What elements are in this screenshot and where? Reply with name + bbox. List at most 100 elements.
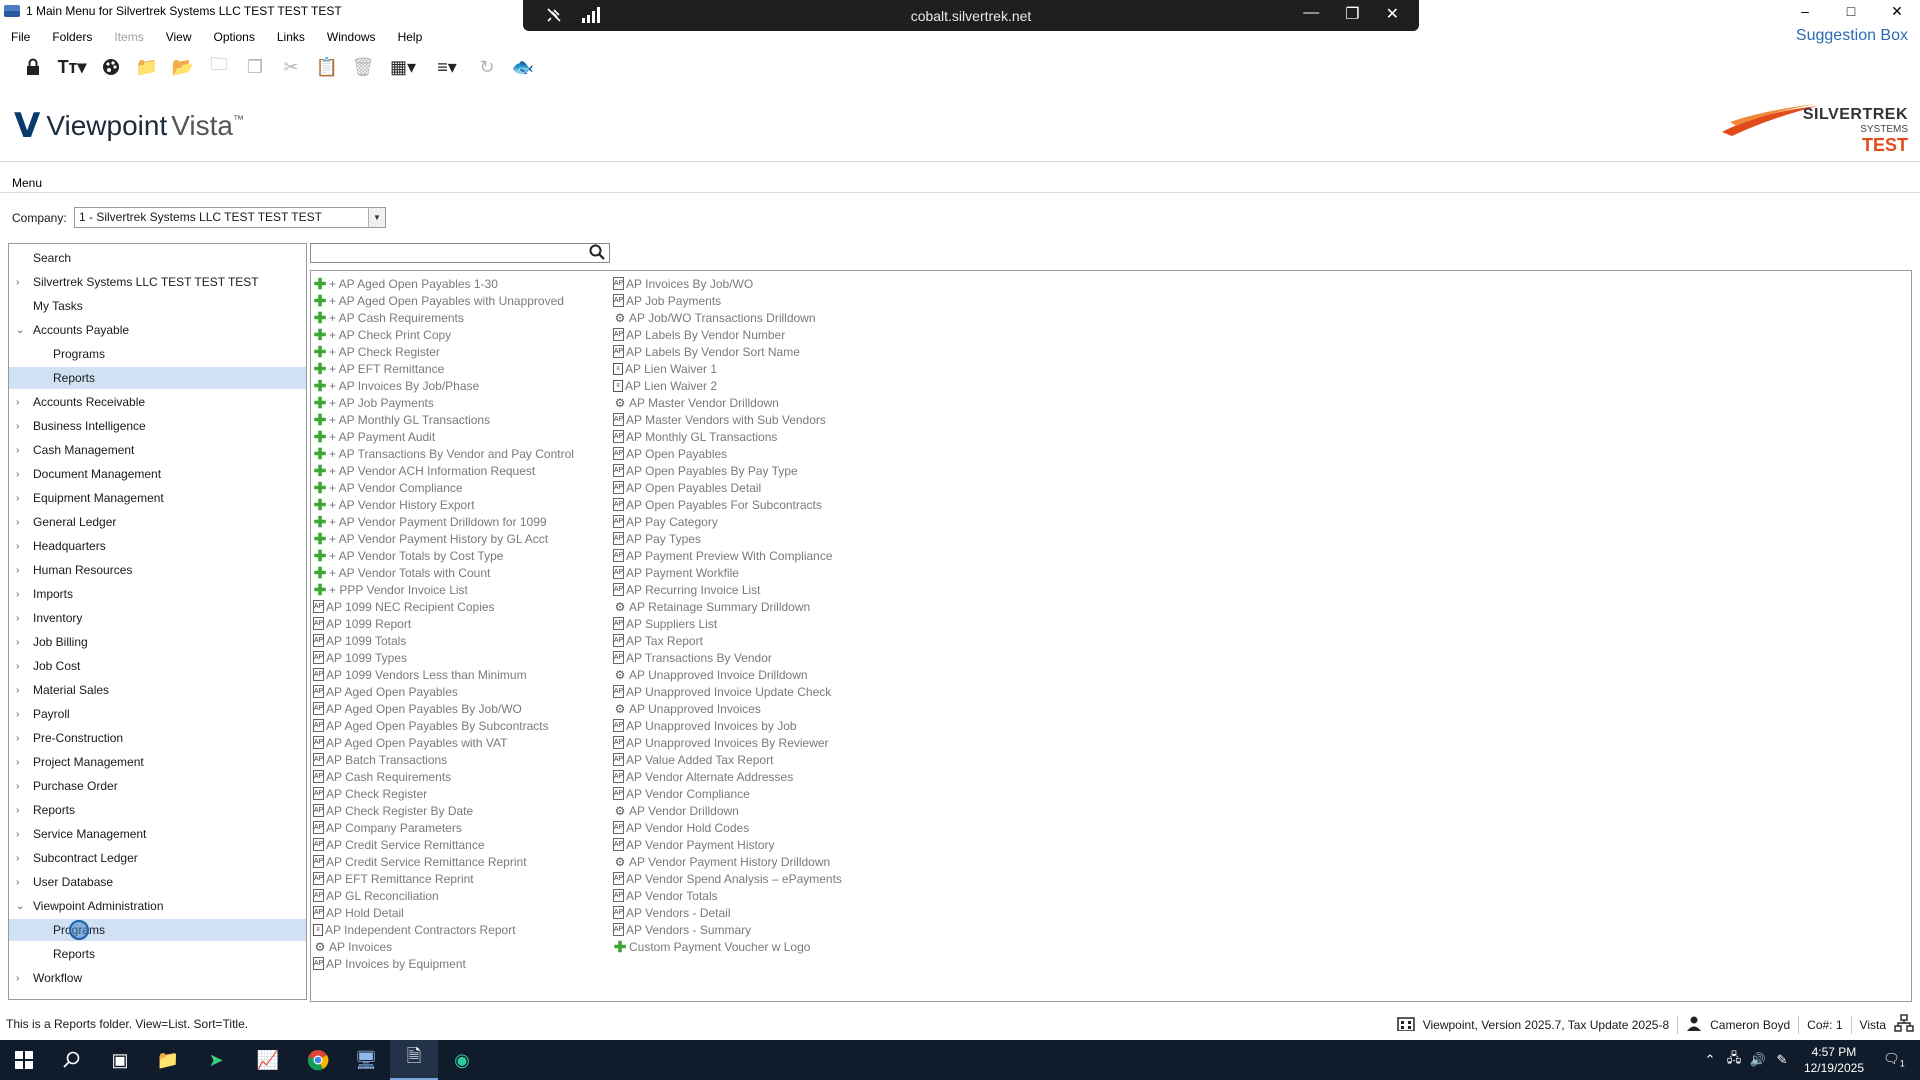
report-item[interactable]: AP AP Labels By Vendor Number <box>613 326 842 343</box>
report-item[interactable]: AP AP Pay Category <box>613 513 842 530</box>
new-folder-icon[interactable]: 📁 <box>132 54 162 80</box>
report-item[interactable]: ≡ AP Lien Waiver 2 <box>613 377 842 394</box>
report-item[interactable]: AP AP Aged Open Payables <box>313 683 574 700</box>
fish-icon[interactable]: 🐟 <box>508 54 538 80</box>
chevron-right-icon[interactable]: › <box>16 709 26 720</box>
chevron-right-icon[interactable]: › <box>16 445 26 456</box>
report-item[interactable]: AP AP Vendor Hold Codes <box>613 819 842 836</box>
menu-options[interactable]: Options <box>203 30 266 44</box>
nav-item-job-cost[interactable]: › Job Cost <box>9 655 306 677</box>
chevron-right-icon[interactable]: › <box>16 877 26 888</box>
report-item[interactable]: AP AP EFT Remittance Reprint <box>313 870 574 887</box>
report-item[interactable]: ✚ + AP Vendor Totals with Count <box>313 564 574 582</box>
report-item[interactable]: ✚ + AP Invoices By Job/Phase <box>313 377 574 395</box>
nav-item-subcontract-ledger[interactable]: › Subcontract Ledger <box>9 847 306 869</box>
report-item[interactable]: AP AP Labels By Vendor Sort Name <box>613 343 842 360</box>
report-item[interactable]: ✚ + AP Aged Open Payables with Unapproved <box>313 292 574 310</box>
tab-menu[interactable]: Menu <box>12 176 42 190</box>
remote-close-button[interactable]: ✕ <box>1386 4 1399 24</box>
nav-item-programs[interactable]: Programs <box>9 343 306 365</box>
report-item[interactable]: AP AP Unapproved Invoices by Job <box>613 717 842 734</box>
report-item[interactable]: AP AP Vendors - Detail <box>613 904 842 921</box>
nav-item-user-database[interactable]: › User Database <box>9 871 306 893</box>
delete-icon[interactable]: 🗑 <box>348 54 378 80</box>
report-item[interactable]: ⚙ AP Retainage Summary Drilldown <box>613 598 842 615</box>
search-input[interactable] <box>311 244 581 262</box>
report-item[interactable]: ⚙ AP Job/WO Transactions Drilldown <box>613 309 842 326</box>
chevron-right-icon[interactable]: › <box>16 805 26 816</box>
report-item[interactable]: ✚ + AP Vendor History Export <box>313 496 574 514</box>
report-item[interactable]: AP AP Invoices By Job/WO <box>613 275 842 292</box>
report-item[interactable]: AP AP Vendor Payment History <box>613 836 842 853</box>
report-item[interactable]: ⚙ AP Vendor Payment History Drilldown <box>613 853 842 870</box>
nav-item-project-management[interactable]: › Project Management <box>9 751 306 773</box>
report-item[interactable]: AP AP Check Register By Date <box>313 802 574 819</box>
chevron-down-icon[interactable]: ▼ <box>368 208 385 227</box>
nav-item-accounts-receivable[interactable]: › Accounts Receivable <box>9 391 306 413</box>
palette-icon[interactable] <box>96 54 126 80</box>
nav-item-headquarters[interactable]: › Headquarters <box>9 535 306 557</box>
report-item[interactable]: AP AP Aged Open Payables with VAT <box>313 734 574 751</box>
chevron-right-icon[interactable]: › <box>16 277 26 288</box>
tray-pen-icon[interactable]: ✎ <box>1770 1052 1794 1068</box>
report-item[interactable]: AP AP Credit Service Remittance Reprint <box>313 853 574 870</box>
nav-item-programs[interactable]: Programs <box>9 919 306 941</box>
chevron-right-icon[interactable]: › <box>16 757 26 768</box>
chevron-right-icon[interactable]: › <box>16 685 26 696</box>
report-item[interactable]: ✚ Custom Payment Voucher w Logo <box>613 938 842 956</box>
report-item[interactable]: ✚ + AP Job Payments <box>313 394 574 412</box>
report-item[interactable]: ✚ + AP Payment Audit <box>313 428 574 446</box>
report-item[interactable]: AP AP Transactions By Vendor <box>613 649 842 666</box>
chevron-right-icon[interactable]: › <box>16 781 26 792</box>
nav-item-equipment-management[interactable]: › Equipment Management <box>9 487 306 509</box>
nav-item-inventory[interactable]: › Inventory <box>9 607 306 629</box>
report-item[interactable]: AP AP 1099 Vendors Less than Minimum <box>313 666 574 683</box>
report-item[interactable]: ⚙ AP Invoices <box>313 938 574 955</box>
cut-icon[interactable]: ✂ <box>276 54 306 80</box>
font-size-icon[interactable]: Tᴛ▾ <box>54 54 90 80</box>
report-item[interactable]: AP AP Open Payables Detail <box>613 479 842 496</box>
report-item[interactable]: AP AP 1099 Totals <box>313 632 574 649</box>
report-item[interactable]: ✚ + AP Vendor ACH Information Request <box>313 462 574 480</box>
maximize-button[interactable]: □ <box>1828 0 1874 22</box>
report-item[interactable]: AP AP Vendor Alternate Addresses <box>613 768 842 785</box>
suggestion-box-link[interactable]: Suggestion Box <box>1796 27 1908 45</box>
remove-folder-icon[interactable]: 🗀 <box>204 54 234 80</box>
app-chart-icon[interactable]: 📈 <box>244 1040 292 1080</box>
report-item[interactable]: AP AP Aged Open Payables By Subcontracts <box>313 717 574 734</box>
report-item[interactable]: AP AP Open Payables For Subcontracts <box>613 496 842 513</box>
nav-item-service-management[interactable]: › Service Management <box>9 823 306 845</box>
chevron-right-icon[interactable]: › <box>16 397 26 408</box>
chevron-right-icon[interactable]: › <box>16 517 26 528</box>
report-item[interactable]: AP AP Credit Service Remittance <box>313 836 574 853</box>
report-item[interactable]: AP AP Value Added Tax Report <box>613 751 842 768</box>
nav-item-human-resources[interactable]: › Human Resources <box>9 559 306 581</box>
report-item[interactable]: ✚ + AP Transactions By Vendor and Pay Con… <box>313 445 574 463</box>
chevron-right-icon[interactable]: › <box>16 565 26 576</box>
tray-chevron-up-icon[interactable]: ⌃ <box>1698 1052 1722 1068</box>
report-item[interactable]: ✚ + AP Check Register <box>313 343 574 361</box>
nav-item-cash-management[interactable]: › Cash Management <box>9 439 306 461</box>
chevron-right-icon[interactable]: › <box>16 853 26 864</box>
report-item[interactable]: AP AP Vendor Compliance <box>613 785 842 802</box>
report-item[interactable]: AP AP Hold Detail <box>313 904 574 921</box>
report-item[interactable]: AP AP Payment Preview With Compliance <box>613 547 842 564</box>
report-item[interactable]: ✚ + AP Vendor Compliance <box>313 479 574 497</box>
chevron-down-icon[interactable]: ⌄ <box>16 325 26 336</box>
report-item[interactable]: AP AP Company Parameters <box>313 819 574 836</box>
nav-item-silvertrek-systems-llc-test-test-test[interactable]: › Silvertrek Systems LLC TEST TEST TEST <box>9 271 306 293</box>
nav-item-general-ledger[interactable]: › General Ledger <box>9 511 306 533</box>
minimize-button[interactable]: – <box>1782 0 1828 22</box>
remote-restore-button[interactable]: ❐ <box>1345 4 1359 24</box>
nav-item-pre-construction[interactable]: › Pre-Construction <box>9 727 306 749</box>
menu-windows[interactable]: Windows <box>316 30 387 44</box>
report-item[interactable]: ⚙ AP Unapproved Invoice Drilldown <box>613 666 842 683</box>
report-item[interactable]: AP AP Unapproved Invoice Update Check <box>613 683 842 700</box>
report-item[interactable]: AP AP Vendors - Summary <box>613 921 842 938</box>
report-item[interactable]: ✚ + PPP Vendor Invoice List <box>313 581 574 599</box>
report-item[interactable]: ≡ AP Lien Waiver 1 <box>613 360 842 377</box>
report-item[interactable]: AP AP Open Payables <box>613 445 842 462</box>
report-item[interactable]: AP AP Monthly GL Transactions <box>613 428 842 445</box>
report-item[interactable]: AP AP Payment Workfile <box>613 564 842 581</box>
chevron-right-icon[interactable]: › <box>16 613 26 624</box>
